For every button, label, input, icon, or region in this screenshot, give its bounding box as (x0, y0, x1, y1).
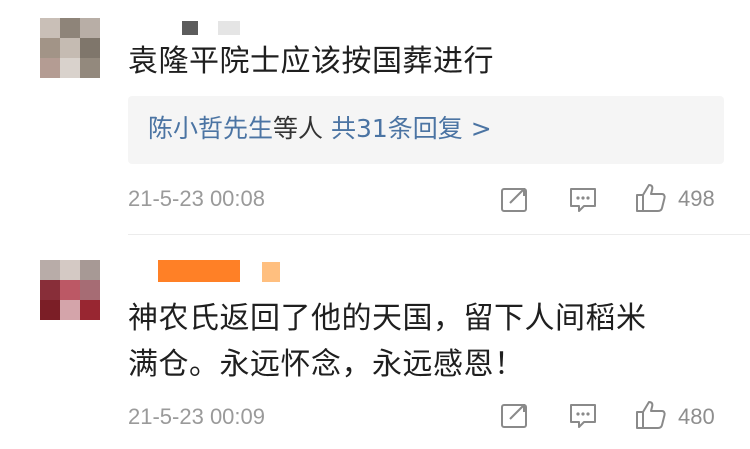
avatar-pixel (80, 58, 100, 78)
avatar-pixel (40, 280, 60, 300)
avatar-pixel (80, 300, 100, 320)
avatar-pixel (60, 280, 80, 300)
thumbs-up-icon[interactable] (634, 399, 668, 431)
share-icon[interactable] (500, 185, 530, 213)
comment-icon[interactable] (568, 186, 598, 214)
avatar-pixel (40, 300, 60, 320)
username-blurred[interactable] (262, 262, 280, 282)
avatar-pixel (60, 260, 80, 280)
comment-text-line: 神农氏返回了他的天国，留下人间稻米 (128, 301, 647, 336)
avatar-pixel (80, 280, 100, 300)
avatar-pixel (40, 58, 60, 78)
reply-summary: 陈小哲先生等人 共31条回复 > (148, 112, 492, 146)
comment-item: 袁隆平院士应该按国葬进行 陈小哲先生等人 共31条回复 > 21-5-23 00… (0, 0, 750, 230)
avatar[interactable] (40, 18, 100, 78)
avatar[interactable] (40, 260, 100, 320)
reply-summary-box[interactable]: 陈小哲先生等人 共31条回复 > (128, 96, 724, 164)
comment-timestamp: 21-5-23 00:08 (128, 186, 265, 211)
avatar-pixel (60, 300, 80, 320)
username-blurred[interactable] (158, 260, 240, 282)
reply-user-link[interactable]: 陈小哲先生 (148, 114, 273, 143)
reply-count-link[interactable]: 共31条回复 > (331, 114, 492, 143)
username-blurred[interactable] (218, 21, 240, 35)
username-blurred[interactable] (182, 21, 198, 35)
avatar-pixel (40, 260, 60, 280)
avatar-pixel (40, 38, 60, 58)
avatar-pixel (80, 260, 100, 280)
avatar-pixel (40, 18, 60, 38)
avatar-pixel (80, 18, 100, 38)
comment-timestamp: 21-5-23 00:09 (128, 404, 265, 429)
comment-item: 神农氏返回了他的天国，留下人间稻米 满仓。永远怀念，永远感恩！ 21-5-23 … (0, 235, 750, 449)
comment-text-line: 满仓。永远怀念，永远感恩！ (128, 347, 525, 382)
comment-icon[interactable] (568, 402, 598, 430)
share-icon[interactable] (500, 401, 530, 429)
like-count: 498 (678, 186, 715, 211)
avatar-pixel (60, 18, 80, 38)
thumbs-up-icon[interactable] (634, 182, 668, 214)
comment-text: 袁隆平院士应该按国葬进行 (128, 44, 494, 79)
avatar-pixel (80, 38, 100, 58)
avatar-pixel (60, 38, 80, 58)
avatar-pixel (60, 58, 80, 78)
like-count: 480 (678, 404, 715, 429)
reply-summary-text: 等人 (273, 114, 324, 143)
